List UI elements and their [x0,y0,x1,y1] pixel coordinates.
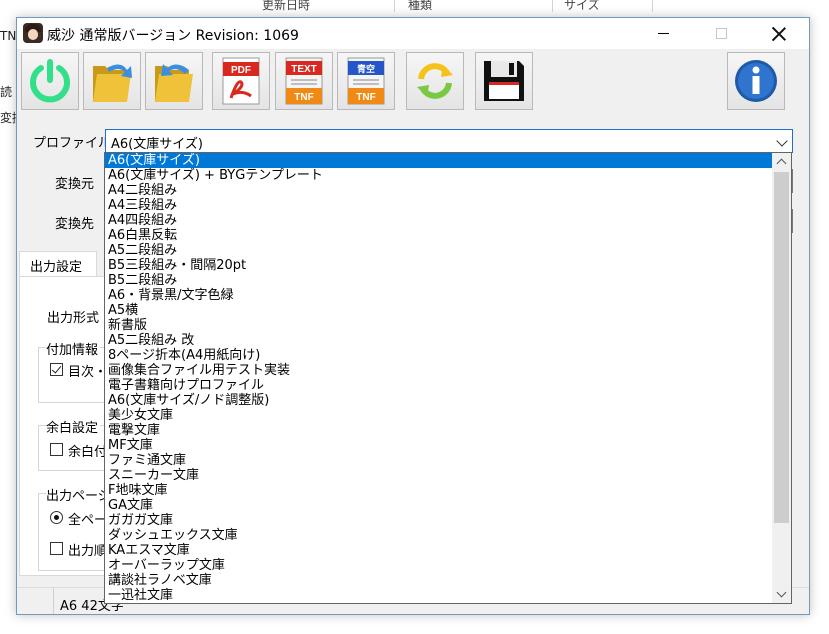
dropdown-option[interactable]: 新書版 [105,318,773,333]
refresh-icon [417,63,453,99]
column-header-type: 種類 [408,0,433,12]
column-separator [394,0,395,12]
dropdown-option[interactable]: F地味文庫 [105,483,773,498]
dropdown-option[interactable]: A5横 [105,303,773,318]
svg-text:TEXT: TEXT [291,64,317,75]
refresh-button[interactable] [406,52,464,110]
margin-checkbox[interactable] [50,443,63,456]
aozora-tnf-icon: 青空 TNF [347,57,385,105]
close-button[interactable] [756,18,802,49]
dropdown-option[interactable]: 一迅社文庫 [105,588,773,603]
scrollbar-thumb[interactable] [774,172,789,523]
margin-checkbox-label: 余白付 [68,445,108,460]
svg-text:TNF: TNF [356,92,375,103]
open-folder-button[interactable] [83,52,141,110]
tab-output-settings[interactable]: 出力設定 [19,251,97,277]
dropdown-option[interactable]: ガガガ文庫 [105,513,773,528]
dropdown-option[interactable]: A6(文庫サイズ) + BYGテンプレート [105,168,773,183]
scroll-up-icon[interactable] [772,153,791,170]
all-pages-radio-label: 全ペー [68,513,108,528]
svg-text:PDF: PDF [231,65,251,76]
output-order-checkbox[interactable] [50,542,63,555]
save-folder-button[interactable] [145,52,203,110]
profile-options: A6(文庫サイズ) A6(文庫サイズ) + BYGテンプレート A4二段組み A4三段… [105,153,773,603]
app-icon [23,23,43,43]
column-header-modified: 更新日時 [262,0,311,12]
close-icon [772,27,786,41]
dropdown-option[interactable]: A4三段組み [105,198,773,213]
minimize-button[interactable] [640,18,686,49]
profile-select[interactable]: A6(文庫サイズ) [105,129,793,153]
info-button[interactable] [727,52,785,110]
dropdown-option[interactable]: 電撃文庫 [105,423,773,438]
source-label: 変換元 [55,177,95,192]
dropdown-option[interactable]: A4二段組み [105,183,773,198]
folder-arrow-left-icon [155,64,193,102]
destination-label: 変換先 [55,217,95,232]
dropdown-option[interactable]: ダッシュエックス文庫 [105,528,773,543]
dropdown-option[interactable]: GA文庫 [105,498,773,513]
dropdown-option[interactable]: MF文庫 [105,438,773,453]
background-fragment: TN [0,29,17,43]
svg-text:青空: 青空 [357,63,375,75]
dropdown-option[interactable]: A6(文庫サイズ) [105,153,773,168]
profile-label: プロファイル [33,136,112,151]
dropdown-scrollbar[interactable] [772,153,791,603]
output-pages-group-title: 出力ページ [46,485,113,504]
dropdown-option[interactable]: ファミ通文庫 [105,453,773,468]
extra-info-group-title: 付加情報 [46,339,101,358]
margin-group-title: 余白設定 [46,417,101,436]
status-separator [53,588,54,614]
column-separator [552,0,553,12]
dropdown-option[interactable]: A6・背景黒/文字色緑 [105,288,773,303]
aozora-to-tnf-button[interactable]: 青空 TNF [337,52,395,110]
dropdown-option[interactable]: 電子書籍向けプロファイル [105,378,773,393]
pdf-button[interactable]: PDF [212,52,270,110]
output-format-label: 出力形式 [47,311,100,326]
column-header-size: サイズ [564,0,600,12]
background-fragment: 読 [0,85,13,99]
dropdown-option[interactable]: オーバーラップ文庫 [105,558,773,573]
dropdown-option[interactable]: B5三段組み・間隔20pt [105,258,773,273]
power-icon [30,59,70,103]
folder-arrow-right-icon [93,64,132,102]
output-order-checkbox-label: 出力順 [68,544,108,559]
dropdown-option[interactable]: A5二段組み 改 [105,333,773,348]
dropdown-option[interactable]: 講談社ラノベ文庫 [105,573,773,588]
floppy-disk-icon [484,61,524,101]
toc-checkbox[interactable] [50,363,63,376]
background-fragment: 変換 [0,111,17,125]
pdf-icon: PDF [222,57,260,105]
maximize-icon [715,28,727,39]
power-button[interactable] [21,52,79,110]
chevron-down-icon [776,135,788,147]
dropdown-option[interactable]: KAエスマ文庫 [105,543,773,558]
text-tnf-icon: TEXT TNF [285,57,323,105]
dropdown-option[interactable]: A4四段組み [105,213,773,228]
maximize-button[interactable] [698,18,744,49]
all-pages-radio[interactable] [50,511,63,524]
dropdown-option[interactable]: A5二段組み [105,243,773,258]
scroll-down-icon[interactable] [772,586,791,603]
dropdown-option[interactable]: スニーカー文庫 [105,468,773,483]
info-icon [735,60,777,102]
minimize-icon [657,33,669,34]
svg-text:TNF: TNF [294,92,313,103]
dropdown-option[interactable]: 画像集合ファイル用テスト実装 [105,363,773,378]
toc-checkbox-label: 目次・ [68,365,108,380]
tab-output-settings-label: 出力設定 [30,260,83,275]
title-bar[interactable]: 威沙 通常版バージョン Revision: 1069 [17,18,809,49]
dropdown-option[interactable]: 8ページ折本(A4用紙向け) [105,348,773,363]
dropdown-option[interactable]: A6(文庫サイズ/ノド調整版) [105,393,773,408]
profile-select-value: A6(文庫サイズ) [111,137,203,152]
dropdown-option[interactable]: 美少女文庫 [105,408,773,423]
window-title: 威沙 通常版バージョン Revision: 1069 [47,28,299,44]
dropdown-option[interactable]: A6白黒反転 [105,228,773,243]
text-to-tnf-button[interactable]: TEXT TNF [275,52,333,110]
column-separator [652,0,653,12]
dropdown-option[interactable]: B5二段組み [105,273,773,288]
save-button[interactable] [475,52,533,110]
profile-dropdown-list[interactable]: A6(文庫サイズ) A6(文庫サイズ) + BYGテンプレート A4二段組み A4三段… [104,152,792,604]
